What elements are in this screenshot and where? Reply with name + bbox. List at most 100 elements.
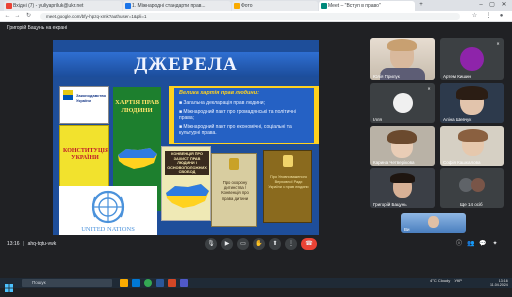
tab-label: Meet – "Вступ в право" <box>328 3 381 9</box>
book-laws-title: Законодавство України <box>76 93 107 103</box>
more-options-button[interactable]: ⋮ <box>285 238 297 250</box>
clock-date: 11.04.2024 <box>490 283 508 287</box>
teams-icon[interactable] <box>180 279 188 287</box>
taskbar-search-input[interactable]: Пошук <box>22 279 112 287</box>
book-ukraine-laws: Законодавство України <box>59 86 109 124</box>
slide-title: ДЖЕРЕЛА <box>134 54 238 75</box>
raise-hand-button[interactable]: ✋ <box>253 238 265 250</box>
participant-name: Артем Кишин <box>443 74 472 79</box>
book-child1-title: Про охорону дитинства / Конвенція про пр… <box>221 180 249 201</box>
maximize-button[interactable]: ▢ <box>487 1 497 10</box>
ukraine-map-icon <box>118 148 157 169</box>
book-convention: КОНВЕНЦІЯ ПРО ЗАХИСТ ПРАВ ЛЮДИНИ І ОСНОВ… <box>161 146 211 221</box>
participant-avatar <box>471 178 485 192</box>
book-child-protection: Про охорону дитинства / Конвенція про пр… <box>211 153 257 227</box>
participant-tile[interactable]: Карина Четверікова <box>370 126 435 166</box>
presentation-slide: ДЖЕРЕЛА Законодавство України КОНСТИТУЦІ… <box>53 40 319 241</box>
camera-toggle-button[interactable]: ▶ <box>221 238 233 250</box>
ukraine-map-icon <box>166 184 209 208</box>
participant-face <box>428 216 439 228</box>
participant-tile[interactable]: Софія Кашкалова <box>440 126 504 166</box>
system-tray: 4°C Cloudy УКР <box>430 279 462 283</box>
trident-icon <box>283 155 293 167</box>
file-explorer-icon[interactable] <box>120 279 128 287</box>
mic-off-icon: ✕ <box>495 41 501 47</box>
edge-icon[interactable] <box>132 279 140 287</box>
participant-name: Юлія Прилук <box>373 74 400 79</box>
participant-tile[interactable]: ✕ Ілля <box>370 83 435 123</box>
book-charter-title: ХАРТІЯ ПРАВ ЛЮДИНИ <box>115 99 159 114</box>
book-ombudsman: Про Уповноваженого Верховної Ради Україн… <box>263 150 312 223</box>
taskbar-clock[interactable]: 13:16 11.04.2024 <box>490 279 508 287</box>
participant-hair <box>390 173 415 183</box>
participant-avatar <box>460 47 484 71</box>
profile-icon[interactable]: ● <box>497 12 506 21</box>
meet-icon <box>321 3 327 9</box>
un-emblem-icon <box>91 190 125 224</box>
participant-hair <box>387 130 417 144</box>
extensions-icon[interactable]: ⋮ <box>484 12 493 21</box>
chat-icon[interactable]: 💬 <box>479 240 487 248</box>
browser-tab-standards[interactable]: 1. Міжнародні стандарти прав... <box>123 1 231 11</box>
mail-icon <box>6 3 12 9</box>
presenter-label: Григорій Бацунь на екрані <box>7 25 68 31</box>
powerpoint-icon[interactable] <box>168 279 176 287</box>
book-constitution-title: КОНСТИТУЦІЯ УКРАЇНИ <box>63 148 109 161</box>
minimize-button[interactable]: – <box>476 1 486 10</box>
meet-header <box>0 22 512 34</box>
present-button[interactable]: ⬆ <box>269 238 281 250</box>
quote-box: Велика хартія прав людини: ■ Загальна де… <box>174 88 314 143</box>
activities-icon[interactable]: ✦ <box>491 240 499 248</box>
book-convention-title: КОНВЕНЦІЯ ПРО ЗАХИСТ ПРАВ ЛЮДИНИ І ОСНОВ… <box>167 152 207 175</box>
quote-title: Велика хартія прав людини: <box>179 90 259 96</box>
participant-name: Григорій Бацунь <box>373 202 407 207</box>
mic-toggle-button[interactable]: 🎙 <box>205 238 217 250</box>
chrome-icon[interactable] <box>144 279 152 287</box>
language-indicator[interactable]: УКР <box>451 278 462 283</box>
self-view-tile[interactable]: Ви <box>401 213 466 233</box>
participant-hair <box>387 39 417 51</box>
tab-label: 1. Міжнародні стандарти прав... <box>132 3 206 9</box>
participant-name: Софія Кашкалова <box>443 160 481 165</box>
participant-hair <box>458 129 488 142</box>
info-icon[interactable]: ⓘ <box>455 240 463 248</box>
meeting-code: ahq-tqtu-vwk <box>27 241 57 247</box>
mic-off-icon: ✕ <box>426 86 432 92</box>
participant-tile[interactable]: Юлія Прилук <box>370 38 435 80</box>
back-arrow-icon[interactable]: ← <box>3 12 12 21</box>
meeting-time: 13:16 | ahq-tqtu-vwk <box>7 241 57 247</box>
more-participants-tile[interactable]: Ще 14 осіб <box>440 168 504 208</box>
browser-tab-photos[interactable]: Фото <box>232 1 318 11</box>
new-tab-button[interactable]: + <box>416 1 426 10</box>
captions-button[interactable]: ▭ <box>237 238 249 250</box>
reload-icon[interactable]: ↻ <box>24 12 33 21</box>
people-icon[interactable]: 👥 <box>467 240 475 248</box>
browser-tab-mail[interactable]: Вхідні (7) - yuliyapriluk@ukr.net <box>4 1 122 11</box>
tab-label: Вхідні (7) - yuliyapriluk@ukr.net <box>13 3 84 9</box>
forward-arrow-icon[interactable]: → <box>13 12 22 21</box>
quote-line: ■ Міжнародний пакт про економічні, соціа… <box>179 124 292 136</box>
book-child2-title: Про Уповноваженого Верховної Ради Україн… <box>268 175 309 189</box>
un-label: UNITED NATIONS <box>81 226 135 233</box>
participant-avatar <box>392 93 413 113</box>
close-window-button[interactable]: ✕ <box>499 1 509 10</box>
word-icon[interactable] <box>156 279 164 287</box>
document-icon <box>125 3 131 9</box>
trident-icon <box>229 158 239 170</box>
end-call-button[interactable]: ☎ <box>301 238 317 250</box>
tab-label: Фото <box>241 3 253 9</box>
participant-hair <box>456 86 488 100</box>
participant-tile[interactable]: Григорій Бацунь <box>370 168 435 208</box>
photos-icon <box>234 3 240 9</box>
participant-tile[interactable]: Аліна Шевчук <box>440 83 504 123</box>
quote-line: ■ Міжнародний пакт про громадянські та п… <box>179 109 296 121</box>
participant-name: Карина Четверікова <box>373 160 415 165</box>
more-participants-label: Ще 14 осіб <box>460 202 483 207</box>
browser-tab-meet[interactable]: Meet – "Вступ в право" <box>319 1 415 11</box>
url-field[interactable]: meet.google.com/bfy-hpzq-xmk?authuser=1&… <box>40 13 460 20</box>
participant-tile[interactable]: ✕ Артем Кишин <box>440 38 504 80</box>
quote-line: ■ Загальна декларація прав людини; <box>179 100 265 106</box>
weather-label: 4°C Cloudy <box>430 278 451 283</box>
star-icon[interactable]: ☆ <box>470 12 479 21</box>
windows-start-icon[interactable] <box>5 279 13 292</box>
